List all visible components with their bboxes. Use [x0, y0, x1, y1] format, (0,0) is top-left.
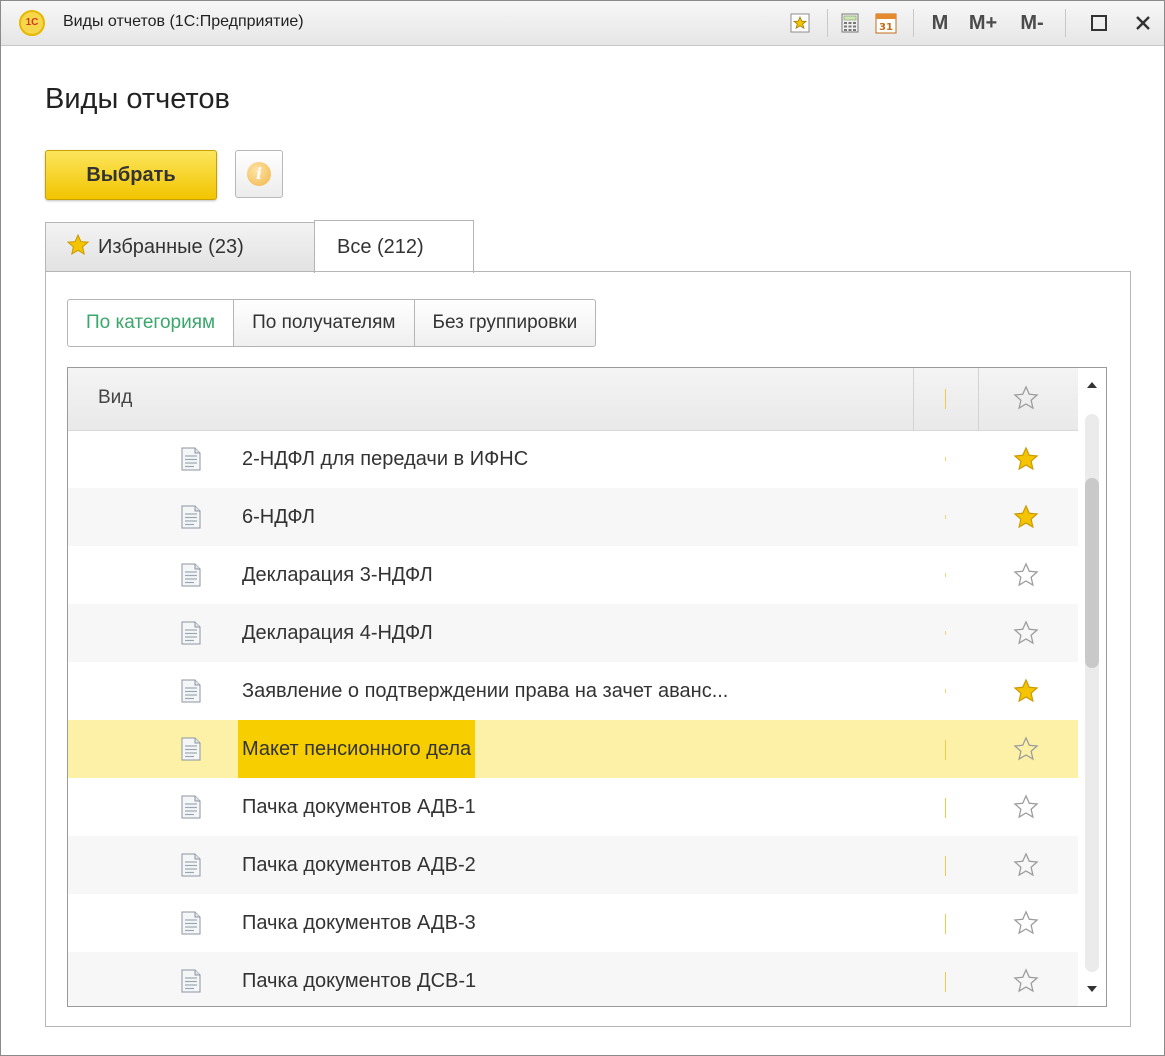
select-button[interactable]: Выбрать — [45, 150, 217, 200]
table-row[interactable]: Пачка документов АДВ-2 — [68, 836, 1078, 894]
row-marker — [945, 573, 946, 577]
report-name: Пачка документов АДВ-3 — [242, 911, 476, 934]
row-marker — [945, 914, 946, 934]
document-icon — [180, 563, 202, 592]
star-outline-icon[interactable] — [1012, 735, 1040, 768]
row-marker — [945, 515, 946, 519]
group-by-recipient-button[interactable]: По получателям — [233, 299, 415, 347]
star-filled-icon[interactable] — [1012, 445, 1040, 478]
star-outline-icon[interactable] — [1012, 967, 1040, 1000]
table-row[interactable]: 2-НДФЛ для передачи в ИФНС — [68, 430, 1078, 488]
column-header-vid[interactable]: Вид — [98, 387, 132, 409]
table-header: Вид — [68, 368, 1078, 431]
table-row[interactable]: Макет пенсионного дела — [68, 720, 1078, 778]
report-name: Пачка документов АДВ-1 — [242, 795, 476, 818]
group-by-category-button[interactable]: По категориям — [67, 299, 235, 347]
window-title: Виды отчетов (1С:Предприятие) — [63, 13, 304, 30]
document-icon — [180, 621, 202, 650]
table-row[interactable]: Пачка документов АДВ-1 — [68, 778, 1078, 836]
document-icon — [180, 911, 202, 940]
app-logo-icon: 1С — [19, 10, 45, 36]
memory-button[interactable]: M — [929, 10, 951, 36]
star-filled-icon[interactable] — [1012, 503, 1040, 536]
document-icon — [180, 447, 202, 476]
document-icon — [180, 969, 202, 998]
report-name: Пачка документов АДВ-2 — [242, 853, 476, 876]
grouping-switch: По категориям По получателям Без группир… — [67, 299, 597, 347]
row-marker — [945, 457, 946, 461]
maximize-icon[interactable] — [1087, 10, 1111, 36]
tab-all-label: Все (212) — [337, 235, 424, 258]
memory-plus-button[interactable]: M+ — [963, 10, 1003, 36]
tab-favorites[interactable]: Избранные (23) — [45, 222, 315, 272]
document-icon — [180, 737, 202, 766]
table-row[interactable]: Декларация 4-НДФЛ — [68, 604, 1078, 662]
document-icon — [180, 853, 202, 882]
report-name: Макет пенсионного дела — [238, 720, 476, 778]
report-name: Заявление о подтверждении права на зачет… — [242, 679, 729, 702]
star-filled-icon[interactable] — [1012, 677, 1040, 710]
document-icon — [180, 505, 202, 534]
row-marker — [945, 740, 946, 760]
column-header-mark[interactable] — [945, 389, 946, 409]
table-row[interactable]: 6-НДФЛ — [68, 488, 1078, 546]
scroll-down-arrow-icon[interactable] — [1087, 986, 1097, 992]
report-types-window: 1С Виды отчетов (1С:Предприятие) 31 M M+… — [0, 0, 1165, 1056]
tab-all[interactable]: Все (212) — [314, 220, 474, 273]
table-row[interactable]: Декларация 3-НДФЛ — [68, 546, 1078, 604]
report-types-table: Вид 2-НДФЛ для передачи в ИФНС 6-НДФЛ Декл… — [67, 367, 1107, 1007]
document-icon — [180, 679, 202, 708]
report-name: Пачка документов ДСВ-1 — [242, 969, 477, 992]
star-icon — [66, 233, 90, 263]
vertical-scrollbar[interactable] — [1078, 368, 1106, 1006]
tab-favorites-label: Избранные (23) — [98, 236, 244, 258]
page-title: Виды отчетов — [45, 83, 230, 115]
calculator-icon[interactable] — [837, 10, 863, 36]
scroll-thumb[interactable] — [1085, 478, 1099, 668]
memory-minus-button[interactable]: M- — [1013, 10, 1051, 36]
column-header-star-icon[interactable] — [1012, 384, 1040, 417]
calendar-icon[interactable]: 31 — [873, 10, 899, 36]
report-name: Декларация 4-НДФЛ — [242, 621, 433, 644]
star-outline-icon[interactable] — [1012, 561, 1040, 594]
report-name: 2-НДФЛ для передачи в ИФНС — [242, 447, 529, 470]
star-outline-icon[interactable] — [1012, 619, 1040, 652]
close-icon[interactable] — [1131, 10, 1155, 36]
row-marker — [945, 798, 946, 818]
title-bar: 1С Виды отчетов (1С:Предприятие) 31 M M+… — [1, 1, 1164, 46]
row-marker — [945, 689, 946, 693]
row-marker — [945, 631, 946, 635]
star-outline-icon[interactable] — [1012, 793, 1040, 826]
info-button[interactable]: i — [235, 150, 283, 198]
table-row[interactable]: Пачка документов АДВ-3 — [68, 894, 1078, 952]
report-name: 6-НДФЛ — [242, 505, 315, 528]
table-row[interactable]: Заявление о подтверждении права на зачет… — [68, 662, 1078, 720]
table-row[interactable]: Пачка документов ДСВ-1 — [68, 952, 1078, 1006]
star-outline-icon[interactable] — [1012, 851, 1040, 884]
row-marker — [945, 856, 946, 876]
svg-text:31: 31 — [879, 22, 893, 33]
document-icon — [180, 795, 202, 824]
row-marker — [945, 972, 946, 992]
no-grouping-button[interactable]: Без группировки — [413, 299, 597, 347]
report-name: Декларация 3-НДФЛ — [242, 563, 433, 586]
favorites-star-icon[interactable] — [787, 10, 813, 36]
info-icon: i — [247, 162, 271, 186]
scroll-up-arrow-icon[interactable] — [1087, 382, 1097, 388]
star-outline-icon[interactable] — [1012, 909, 1040, 942]
